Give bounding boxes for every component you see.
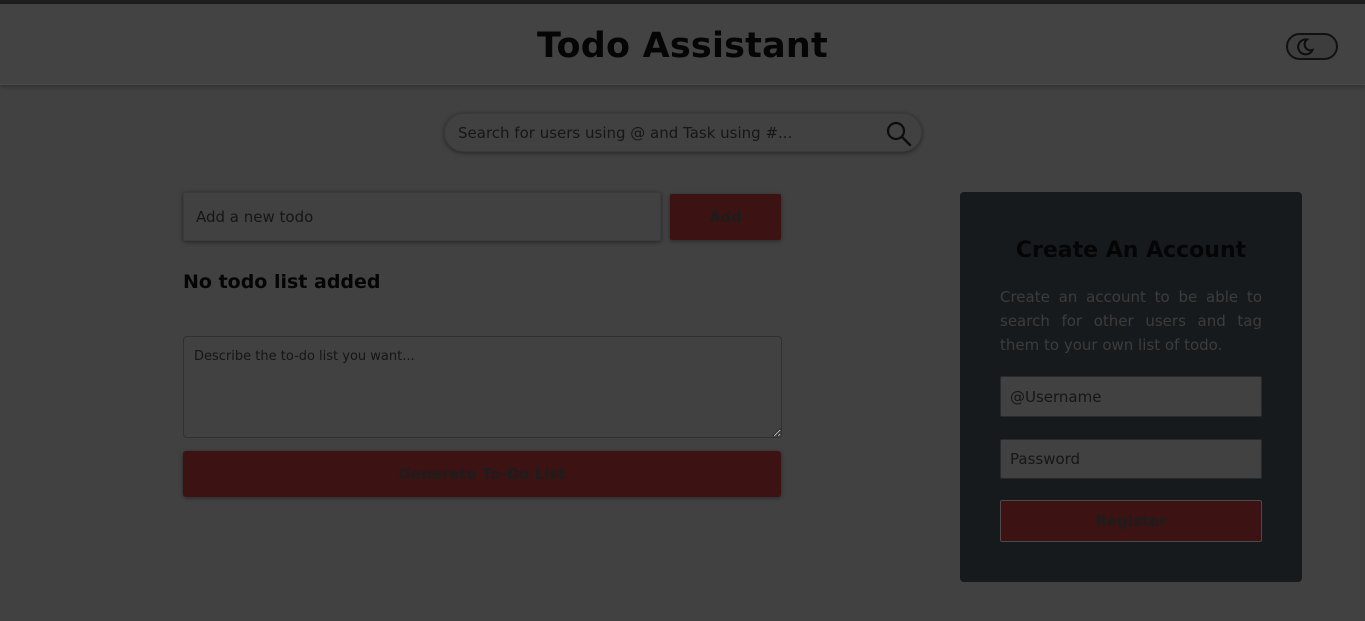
app-header: Todo Assistant: [0, 4, 1365, 85]
empty-todo-message: No todo list added: [183, 271, 381, 293]
add-todo-button[interactable]: Add: [670, 194, 781, 240]
generate-todo-button[interactable]: Generate To-Do List: [183, 451, 781, 497]
todo-description-textarea[interactable]: [183, 336, 782, 438]
password-field[interactable]: [1000, 439, 1262, 479]
create-account-description: Create an account to be able to search f…: [1000, 288, 1262, 354]
moon-icon: [1297, 38, 1314, 56]
search-input[interactable]: [445, 114, 875, 151]
search-bar: [444, 113, 922, 152]
page-title: Todo Assistant: [537, 26, 828, 66]
register-button[interactable]: Register: [1000, 500, 1262, 542]
create-account-title: Create An Account: [1015, 238, 1247, 263]
create-account-card: Create An Account Create an account to b…: [960, 192, 1302, 582]
search-icon: [886, 121, 912, 147]
theme-toggle[interactable]: [1286, 33, 1338, 60]
new-todo-input[interactable]: [183, 192, 661, 241]
search-button[interactable]: [885, 121, 913, 147]
username-field[interactable]: [1000, 376, 1262, 417]
